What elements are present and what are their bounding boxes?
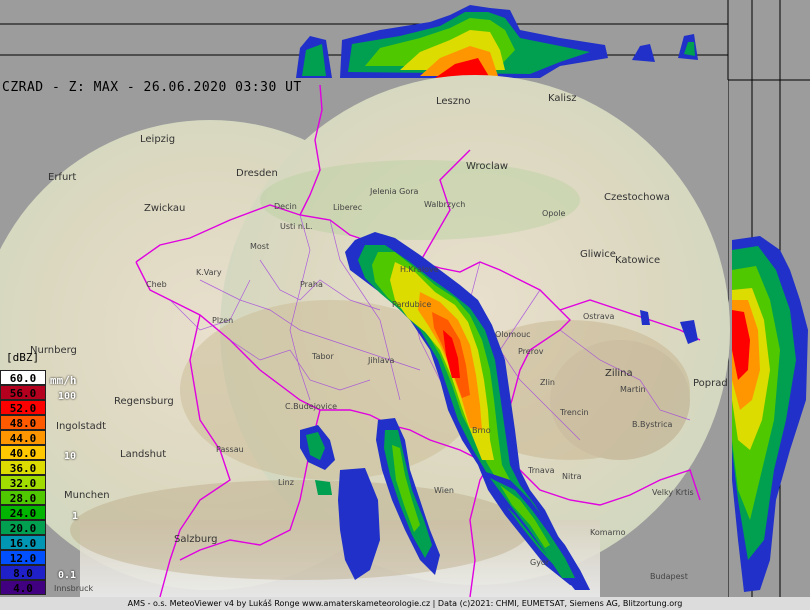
- city-label: Trnava: [528, 466, 555, 475]
- city-label: Kalisz: [548, 93, 577, 104]
- city-label: Brno: [472, 426, 491, 435]
- legend-unit-dbz: [dBZ]: [6, 351, 40, 364]
- city-label: Walbrzych: [424, 200, 466, 209]
- city-label: Liberec: [333, 203, 363, 212]
- legend-level: 20.0: [0, 520, 46, 535]
- city-label: Katowice: [615, 255, 661, 266]
- city-label: Munchen: [64, 490, 110, 501]
- right-profile-echoes: [732, 236, 808, 592]
- city-label: Ostrava: [583, 312, 615, 321]
- radar-title: CZRAD - Z: MAX - 26.06.2020 03:30 UT: [2, 80, 302, 95]
- legend-level: 48.0: [0, 415, 46, 430]
- legend-level: 28.0: [0, 490, 46, 505]
- city-label: Praha: [300, 280, 323, 289]
- city-label: Zwickau: [144, 203, 186, 214]
- city-label: Zilina: [605, 368, 633, 379]
- city-label: Passau: [216, 445, 244, 454]
- legend-level: 40.0: [0, 445, 46, 460]
- rain-rate-label: 10: [64, 451, 77, 462]
- city-label: Gliwice: [580, 249, 616, 260]
- city-label: C.Budejovice: [285, 402, 338, 411]
- legend-level: 60.0: [0, 370, 46, 385]
- city-label: Plzen: [212, 316, 234, 325]
- legend-level: 56.0: [0, 385, 46, 400]
- city-label: Martin: [620, 385, 646, 394]
- city-label: Decin: [274, 202, 297, 211]
- city-label: Budapest: [650, 572, 688, 581]
- city-label: Zlin: [540, 378, 555, 387]
- city-label: Nitra: [562, 472, 582, 481]
- rain-rate-label: 1: [72, 511, 79, 522]
- legend-unit-rain: mm/h: [50, 374, 77, 387]
- rain-rate-label: 0.1: [58, 570, 77, 581]
- legend-level: 24.0: [0, 505, 46, 520]
- city-label: Trencin: [560, 408, 589, 417]
- legend-level: 8.0: [0, 565, 46, 580]
- legend-level: 32.0: [0, 475, 46, 490]
- city-label: Olomouc: [495, 330, 531, 339]
- city-label: Pardubice: [392, 300, 432, 309]
- city-label: Leszno: [436, 96, 471, 107]
- city-label: Jihlava: [368, 356, 395, 365]
- city-label: Ingolstadt: [56, 421, 107, 432]
- rain-rate-label: 100: [58, 391, 77, 402]
- city-label: Velky Krtis: [652, 488, 694, 497]
- legend-level: 52.0: [0, 400, 46, 415]
- city-label: Salzburg: [174, 534, 218, 545]
- city-label: Leipzig: [140, 134, 176, 145]
- legend-level: 12.0: [0, 550, 46, 565]
- city-label: K.Vary: [196, 268, 222, 277]
- city-label: Cheb: [146, 280, 167, 289]
- city-label: Usti n.L.: [280, 222, 313, 231]
- city-label: Gyor: [530, 558, 550, 567]
- city-label: Innsbruck: [54, 584, 94, 593]
- city-label: Linz: [278, 478, 294, 487]
- city-label: Komarno: [590, 528, 626, 537]
- city-label: Jelenia Gora: [370, 187, 419, 196]
- city-label: Opole: [542, 209, 566, 218]
- city-label: Regensburg: [114, 396, 174, 407]
- city-label: Czestochowa: [604, 192, 670, 203]
- city-label: B.Bystrica: [632, 420, 673, 429]
- legend-level: 4.0: [0, 580, 46, 595]
- city-label: Wien: [434, 486, 454, 495]
- city-label: Landshut: [120, 449, 167, 460]
- city-label: H.Kralove: [400, 265, 439, 274]
- city-label: Poprad: [693, 378, 728, 389]
- city-label: Dresden: [236, 168, 278, 179]
- legend-level: 44.0: [0, 430, 46, 445]
- legend-level: 16.0: [0, 535, 46, 550]
- legend-level: 36.0: [0, 460, 46, 475]
- city-label: Most: [250, 242, 270, 251]
- city-label: Erfurt: [48, 172, 77, 183]
- city-label: Prerov: [518, 347, 544, 356]
- footer-credits: AMS - o.s. MeteoViewer v4 by Lukáš Ronge…: [0, 597, 810, 610]
- city-label: Wroclaw: [466, 161, 509, 172]
- city-label: Tabor: [312, 352, 334, 361]
